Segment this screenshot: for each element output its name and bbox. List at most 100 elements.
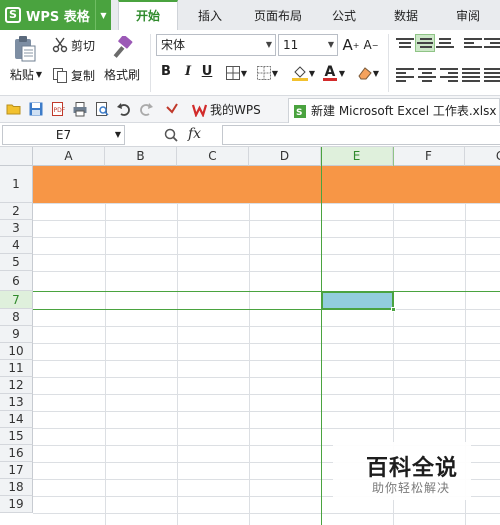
- italic-button[interactable]: I: [178, 62, 198, 82]
- gridline: [33, 220, 500, 221]
- wrap-text-icon[interactable]: [464, 36, 482, 50]
- export-pdf-icon[interactable]: PDF: [50, 101, 66, 117]
- font-size-select[interactable]: 11 ▼: [278, 34, 338, 56]
- row-1-filled-cells[interactable]: [33, 166, 500, 203]
- format-painter-label: 格式刷: [103, 67, 140, 82]
- align-left-icon[interactable]: [396, 66, 414, 82]
- row-header-14[interactable]: 14: [0, 411, 33, 428]
- print-icon[interactable]: [72, 101, 88, 117]
- grow-font-button[interactable]: A +: [342, 35, 360, 55]
- justify-icon[interactable]: [462, 66, 480, 82]
- selected-cell-e7[interactable]: [321, 291, 394, 310]
- font-color-icon: A: [324, 63, 336, 80]
- cut-button[interactable]: 剪切: [52, 36, 95, 54]
- align-middle-icon[interactable]: [415, 34, 435, 52]
- tab-data[interactable]: 数据: [382, 0, 430, 30]
- row-header-13[interactable]: 13: [0, 394, 33, 411]
- print-preview-icon[interactable]: [94, 101, 110, 117]
- column-header-f[interactable]: F: [393, 147, 465, 166]
- row-7-guide-line-bottom: [33, 309, 321, 310]
- row-header-1[interactable]: 1: [0, 166, 33, 203]
- row-header-16[interactable]: 16: [0, 445, 33, 462]
- gridline: [33, 394, 500, 395]
- column-header-e[interactable]: E: [321, 147, 393, 166]
- save-icon[interactable]: [28, 101, 44, 117]
- font-name-select[interactable]: 宋体 ▼: [156, 34, 276, 56]
- column-header-d[interactable]: D: [249, 147, 321, 166]
- format-painter-icon[interactable]: [108, 34, 136, 64]
- font-color-button[interactable]: A ▼: [320, 63, 348, 83]
- select-all-corner[interactable]: [0, 147, 33, 166]
- fill-pattern-button[interactable]: ▼: [252, 63, 282, 83]
- gridline: [33, 237, 500, 238]
- undo-icon[interactable]: [116, 101, 132, 117]
- name-box-value: E7: [55, 128, 72, 142]
- align-bottom-icon[interactable]: [436, 36, 454, 50]
- align-top-icon[interactable]: [396, 36, 414, 50]
- scissors-icon: [52, 37, 68, 53]
- gridline: [33, 326, 500, 327]
- app-menu-button[interactable]: S WPS 表格 ▼: [0, 0, 111, 30]
- row-header-9[interactable]: 9: [0, 326, 33, 343]
- wps-w-icon: [192, 104, 207, 117]
- row-header-6[interactable]: 6: [0, 271, 33, 291]
- row-header-10[interactable]: 10: [0, 343, 33, 360]
- name-box[interactable]: E7 ▼: [2, 125, 125, 145]
- doc-tab-excel-file[interactable]: S 新建 Microsoft Excel 工作表.xlsx *: [288, 98, 500, 123]
- gridline: [33, 343, 500, 344]
- column-header-a[interactable]: A: [33, 147, 105, 166]
- fill-color-button[interactable]: ▼: [288, 63, 318, 83]
- row-header-4[interactable]: 4: [0, 237, 33, 254]
- clear-format-button[interactable]: ▼: [354, 63, 382, 83]
- column-header-c[interactable]: C: [177, 147, 249, 166]
- borders-button[interactable]: ▼: [222, 63, 250, 83]
- zoom-icon[interactable]: [163, 127, 179, 143]
- tab-page-layout[interactable]: 页面布局: [244, 0, 312, 30]
- open-folder-icon[interactable]: [6, 101, 22, 117]
- paste-button[interactable]: 粘贴 ▼: [6, 66, 46, 82]
- gridline: [33, 360, 500, 361]
- tab-formulas[interactable]: 公式: [320, 0, 368, 30]
- column-header-g[interactable]: G: [465, 147, 500, 166]
- app-menu-caret-icon[interactable]: ▼: [95, 0, 111, 30]
- tab-review[interactable]: 审阅: [444, 0, 492, 30]
- wps-logo-icon: S: [5, 7, 21, 23]
- redo-icon[interactable]: [138, 101, 154, 117]
- copy-label: 复制: [71, 68, 96, 83]
- column-e-header-edge: [393, 147, 394, 166]
- row-header-5[interactable]: 5: [0, 254, 33, 271]
- gridline: [33, 411, 500, 412]
- row-header-11[interactable]: 11: [0, 360, 33, 377]
- format-painter-button[interactable]: 格式刷: [102, 66, 142, 82]
- shrink-font-button[interactable]: A −: [362, 35, 380, 55]
- align-center-icon[interactable]: [418, 66, 436, 82]
- row-header-7[interactable]: 7: [0, 291, 33, 309]
- fill-handle[interactable]: [391, 307, 396, 312]
- row-header-17[interactable]: 17: [0, 462, 33, 479]
- formula-input[interactable]: [222, 125, 500, 145]
- underline-button[interactable]: U: [197, 62, 217, 82]
- doc-tab-label: 新建 Microsoft Excel 工作表.xlsx *: [311, 104, 500, 118]
- row-header-2[interactable]: 2: [0, 203, 33, 220]
- title-bar: S WPS 表格 ▼ 开始 插入 页面布局 公式 数据 审阅: [0, 0, 500, 30]
- row-header-3[interactable]: 3: [0, 220, 33, 237]
- bold-button[interactable]: B: [156, 62, 176, 82]
- customize-toolbar-icon[interactable]: [164, 101, 180, 117]
- tab-insert[interactable]: 插入: [184, 0, 236, 30]
- row-header-15[interactable]: 15: [0, 428, 33, 445]
- copy-button[interactable]: 复制: [52, 66, 95, 84]
- row-7-guide-line-top: [0, 291, 500, 292]
- row-header-8[interactable]: 8: [0, 309, 33, 326]
- row-header-18[interactable]: 18: [0, 479, 33, 496]
- distribute-icon[interactable]: [484, 66, 500, 82]
- fx-button[interactable]: fx: [188, 126, 201, 142]
- shrink-font-icon: A: [363, 38, 372, 52]
- row-header-12[interactable]: 12: [0, 377, 33, 394]
- paste-icon[interactable]: [8, 34, 42, 64]
- column-header-b[interactable]: B: [105, 147, 177, 166]
- doc-tab-my-wps[interactable]: 我的WPS: [188, 98, 284, 123]
- tab-home[interactable]: 开始: [118, 0, 178, 30]
- indent-icon[interactable]: [484, 36, 500, 50]
- row-header-19[interactable]: 19: [0, 496, 33, 513]
- align-right-icon[interactable]: [440, 66, 458, 82]
